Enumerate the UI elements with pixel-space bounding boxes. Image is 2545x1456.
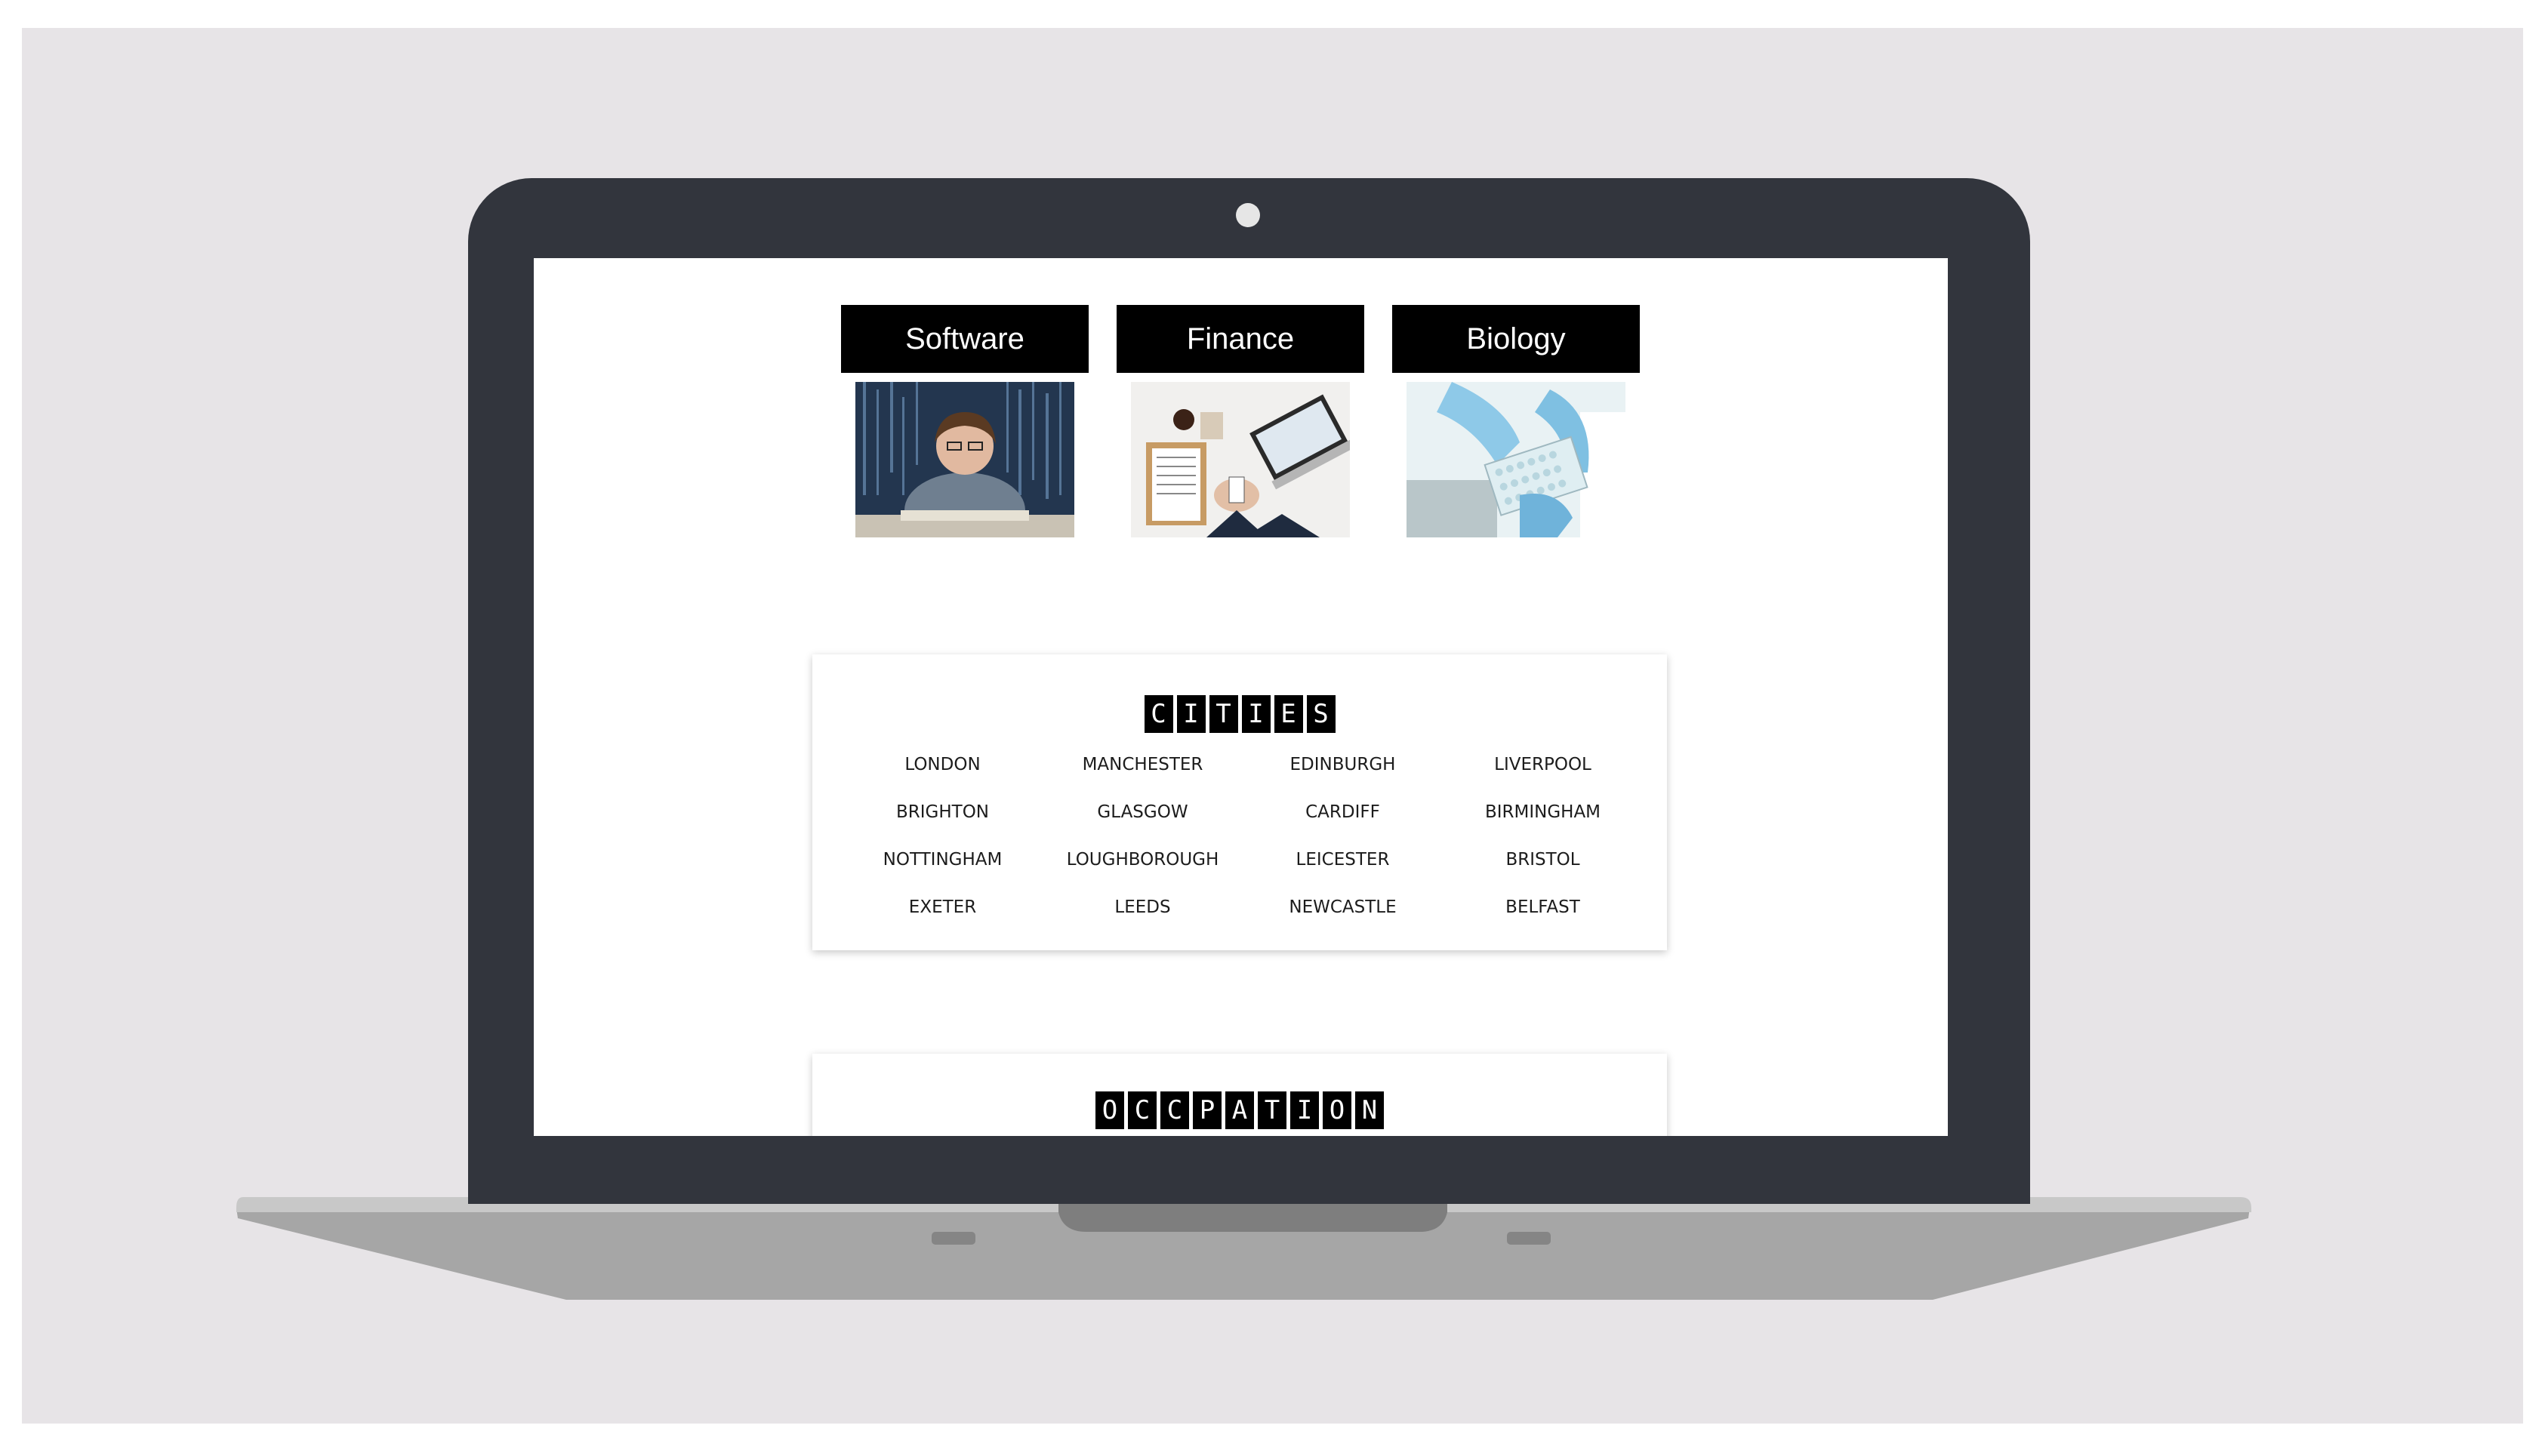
heading-letter: N — [1355, 1091, 1384, 1129]
city-link[interactable]: BRISTOL — [1443, 849, 1643, 897]
webcam-icon — [1236, 203, 1260, 227]
heading-letter: O — [1323, 1091, 1351, 1129]
laptop-hinge-notch — [1058, 1203, 1447, 1232]
city-link[interactable]: NEWCASTLE — [1243, 897, 1443, 944]
cities-panel: CITIES LONDON MANCHESTER EDINBURGH LIVERPOO… — [812, 654, 1667, 950]
city-grid: LONDON MANCHESTER EDINBURGH LIVERPOOL BRIGHT… — [843, 754, 1643, 944]
category-title[interactable]: Finance — [1117, 305, 1364, 373]
city-link[interactable]: MANCHESTER — [1043, 754, 1243, 802]
heading-letter: T — [1209, 695, 1238, 733]
heading-letter: P — [1193, 1091, 1222, 1129]
heading-letter: I — [1176, 695, 1206, 733]
cities-heading: CITIES — [812, 695, 1667, 733]
heading-letter: T — [1258, 1091, 1286, 1129]
heading-letter: I — [1290, 1091, 1319, 1129]
heading-letter: C — [1128, 1091, 1157, 1129]
city-link[interactable]: LONDON — [843, 754, 1043, 802]
desk-documents-laptop-photo[interactable] — [1131, 382, 1350, 537]
heading-letter: S — [1306, 695, 1336, 733]
city-link[interactable]: LIVERPOOL — [1443, 754, 1643, 802]
city-link[interactable]: BIRMINGHAM — [1443, 802, 1643, 849]
heading-letter: A — [1225, 1091, 1254, 1129]
city-link[interactable]: BELFAST — [1443, 897, 1643, 944]
city-link[interactable]: EDINBURGH — [1243, 754, 1443, 802]
heading-letter: O — [1095, 1091, 1124, 1129]
city-link[interactable]: LEICESTER — [1243, 849, 1443, 897]
category-title[interactable]: Biology — [1392, 305, 1640, 373]
laptop-foot-right — [1507, 1232, 1551, 1245]
heading-letter: I — [1241, 695, 1271, 733]
city-link[interactable]: NOTTINGHAM — [843, 849, 1043, 897]
occupation-panel: OCCPATION — [812, 1054, 1667, 1136]
city-link[interactable]: LOUGHBOROUGH — [1043, 849, 1243, 897]
occupation-heading: OCCPATION — [812, 1091, 1667, 1129]
city-link[interactable]: CARDIFF — [1243, 802, 1443, 849]
category-title[interactable]: Software — [841, 305, 1089, 373]
laptop-screen[interactable]: Software Finance Biology C I T I E S LON… — [534, 258, 1948, 1136]
city-link[interactable]: BRIGHTON — [843, 802, 1043, 849]
boy-coding-photo[interactable] — [855, 382, 1074, 537]
category-card-biology[interactable]: Biology — [1392, 305, 1640, 537]
gloved-hands-lab-photo[interactable] — [1407, 382, 1625, 537]
category-card-software[interactable]: Software — [841, 305, 1089, 537]
heading-letter: C — [1160, 1091, 1189, 1129]
city-link[interactable]: GLASGOW — [1043, 802, 1243, 849]
city-link[interactable]: EXETER — [843, 897, 1043, 944]
laptop-foot-left — [932, 1232, 975, 1245]
heading-letter: E — [1274, 695, 1303, 733]
heading-letter: C — [1144, 695, 1173, 733]
category-card-finance[interactable]: Finance — [1117, 305, 1364, 537]
city-link[interactable]: LEEDS — [1043, 897, 1243, 944]
